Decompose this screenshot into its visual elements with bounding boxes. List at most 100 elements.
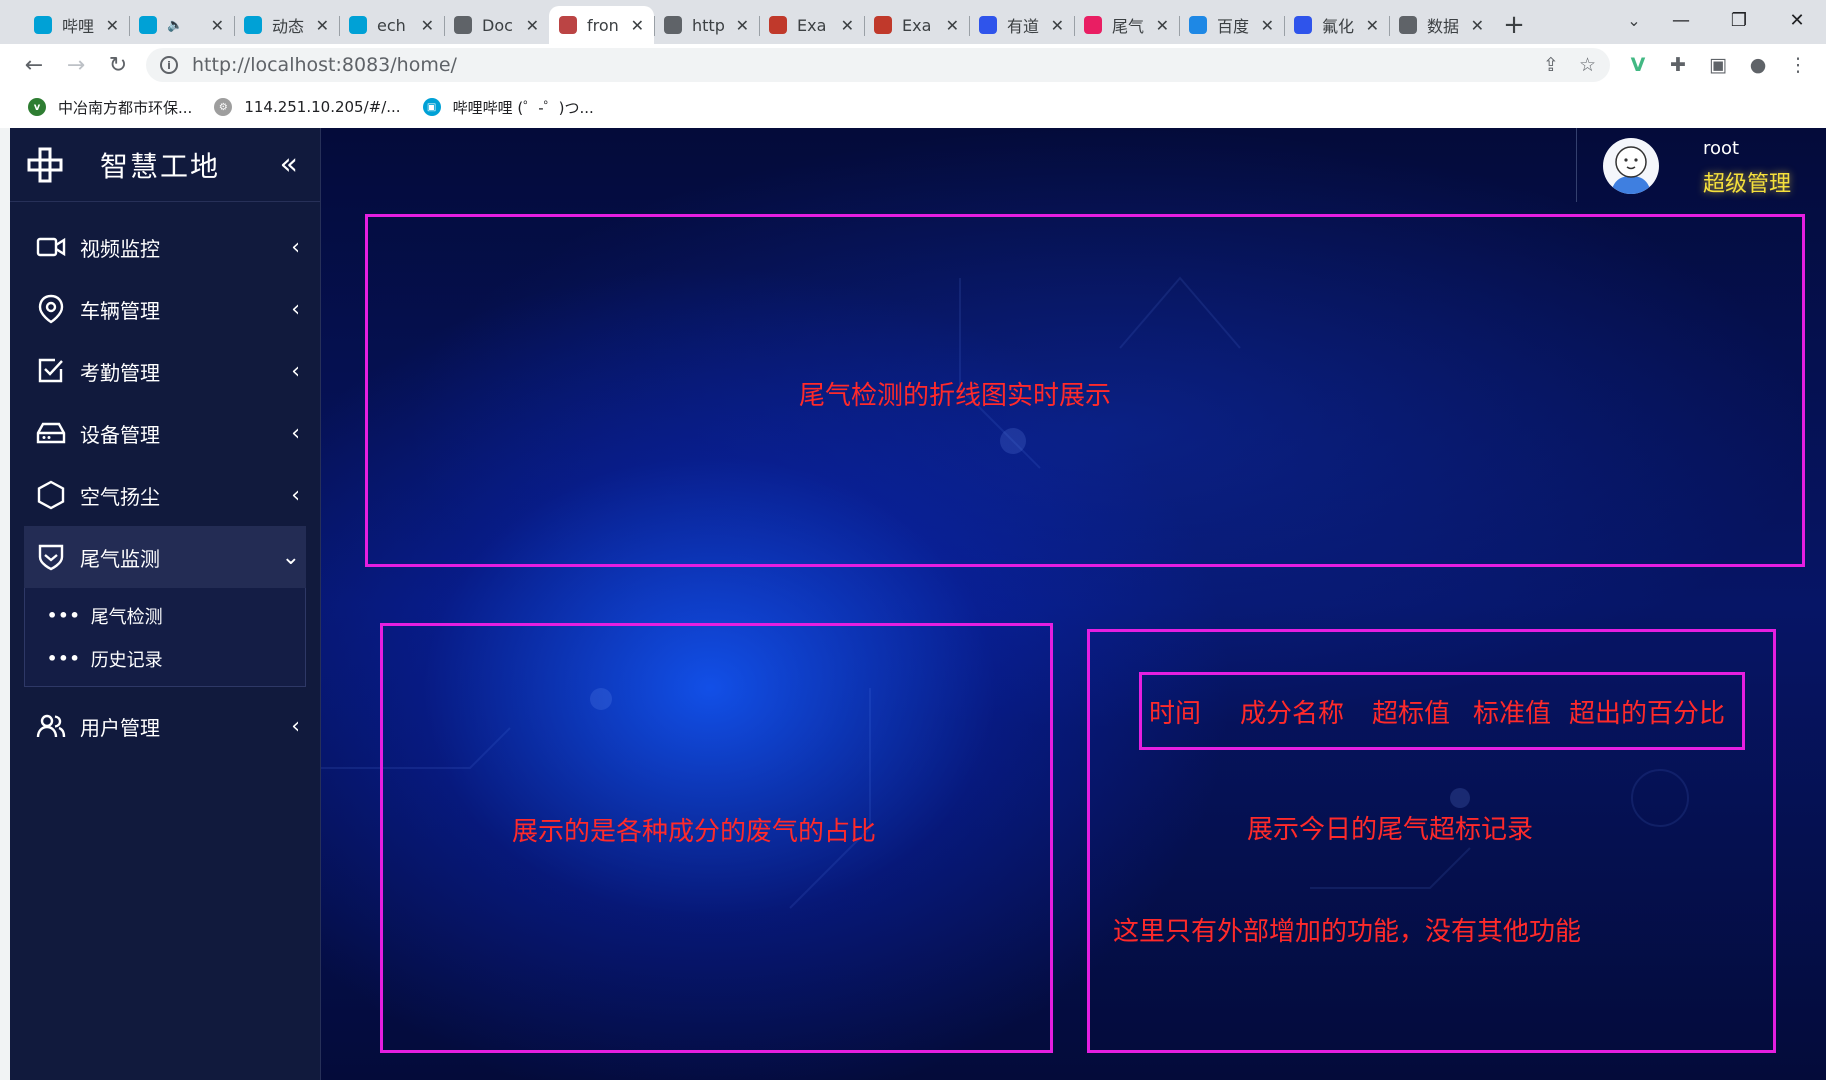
paw-icon — [1294, 16, 1312, 34]
close-window-button[interactable]: ✕ — [1768, 0, 1826, 40]
browser-tab[interactable]: Doc ✕ — [444, 6, 549, 44]
menu-item-device[interactable]: 设备管理 ‹ — [10, 402, 320, 464]
browser-tab[interactable]: 氟化 ✕ — [1284, 6, 1389, 44]
submenu-item-history[interactable]: ••• 历史记录 — [25, 637, 305, 680]
q-icon — [769, 16, 787, 34]
video-camera-icon — [36, 232, 66, 262]
col-header-exceed-value: 超标值 — [1372, 699, 1451, 729]
tab-title: 数据 — [1427, 17, 1460, 36]
sidebar-menu: 视频监控 ‹ 车辆管理 ‹ 考勤管理 ‹ 设备管理 ‹ 空气扬尘 ‹ 尾气监测 … — [10, 202, 320, 757]
submenu-item-exhaust-detect[interactable]: ••• 尾气检测 — [25, 594, 305, 637]
menu-item-vehicle[interactable]: 车辆管理 ‹ — [10, 278, 320, 340]
menu-item-attendance[interactable]: 考勤管理 ‹ — [10, 340, 320, 402]
share-icon[interactable]: ⇪ — [1543, 54, 1559, 76]
bookmark-item[interactable]: ▣ 哔哩哔哩 (゜-゜)つ... — [422, 97, 594, 118]
close-tab-icon[interactable]: ✕ — [946, 16, 959, 35]
close-tab-icon[interactable]: ✕ — [1471, 16, 1484, 35]
back-button[interactable]: ← — [14, 45, 54, 85]
audio-speaker-icon[interactable]: 🔈 — [167, 18, 183, 33]
url-text[interactable]: http://localhost:8083/home/ — [192, 54, 457, 76]
submenu-item-label: 尾气检测 — [90, 606, 163, 628]
chevron-down-icon: ⌄ — [281, 544, 300, 570]
address-bar[interactable]: i http://localhost:8083/home/ ⇪ ☆ — [146, 48, 1610, 82]
close-tab-icon[interactable]: ✕ — [736, 16, 749, 35]
user-panel[interactable]: root 超级管理 — [1576, 128, 1826, 202]
forward-button[interactable]: → — [56, 45, 96, 85]
close-tab-icon[interactable]: ✕ — [1366, 16, 1379, 35]
bookmarks-bar: v 中冶南方都市环保... ⚙ 114.251.10.205/#/... ▣ 哔哩哔哩 (… — [0, 86, 1826, 128]
paw-icon — [979, 16, 997, 34]
side-panel-icon[interactable]: ▣ — [1702, 48, 1734, 82]
globe-icon — [454, 16, 472, 34]
checkbox-icon — [36, 356, 66, 386]
browser-tab[interactable]: 百度 ✕ — [1179, 6, 1284, 44]
bookmark-star-icon[interactable]: ☆ — [1579, 54, 1596, 76]
close-tab-icon[interactable]: ✕ — [841, 16, 854, 35]
chevron-left-icon: ‹ — [291, 234, 300, 260]
tab-title: 尾气 — [1112, 17, 1145, 36]
collapse-sidebar-icon[interactable]: « — [280, 147, 298, 182]
browser-tab[interactable]: 数据 ✕ — [1389, 6, 1494, 44]
bookmark-favicon-icon: v — [28, 98, 46, 116]
users-icon — [36, 711, 66, 741]
new-tab-button[interactable]: + — [1494, 6, 1534, 44]
panel-note-left: 展示的是各种成分的废气的占比 — [512, 817, 877, 847]
window-controls: — ❐ ✕ — [1652, 0, 1826, 40]
bookmark-item[interactable]: ⚙ 114.251.10.205/#/... — [214, 98, 401, 116]
menu-item-exhaust[interactable]: 尾气监测 ⌄ — [24, 526, 306, 588]
submenu-item-label: 历史记录 — [90, 649, 163, 671]
y-icon — [1084, 16, 1102, 34]
restore-button[interactable]: ❐ — [1710, 0, 1768, 40]
bookmark-label: 哔哩哔哩 (゜-゜)つ... — [452, 98, 594, 117]
q-icon — [874, 16, 892, 34]
menu-item-video[interactable]: 视频监控 ‹ — [10, 216, 320, 278]
menu-item-air-dust[interactable]: 空气扬尘 ‹ — [10, 464, 320, 526]
browser-tab[interactable]: 尾气 ✕ — [1074, 6, 1179, 44]
avatar-face-icon — [1611, 146, 1651, 194]
extensions-puzzle-icon[interactable]: ✚ — [1662, 48, 1694, 82]
browser-tab[interactable]: 有道 ✕ — [969, 6, 1074, 44]
browser-tab[interactable]: ech ✕ — [339, 6, 444, 44]
app-title: 智慧工地 — [100, 149, 221, 183]
browser-tab[interactable]: Exa ✕ — [864, 6, 969, 44]
browser-tab[interactable]: 动态 ✕ — [234, 6, 339, 44]
close-tab-icon[interactable]: ✕ — [316, 16, 329, 35]
exhaust-submenu: ••• 尾气检测 ••• 历史记录 — [24, 588, 306, 687]
browser-toolbar: ← → ↻ i http://localhost:8083/home/ ⇪ ☆ … — [0, 44, 1826, 86]
tab-title: Doc — [482, 15, 513, 35]
dots-icon: ••• — [47, 606, 81, 625]
browser-tab[interactable]: fron ✕ — [549, 6, 654, 44]
close-tab-icon[interactable]: ✕ — [1051, 16, 1064, 35]
minimize-button[interactable]: — — [1652, 0, 1710, 40]
bookmark-item[interactable]: v 中冶南方都市环保... — [28, 97, 192, 118]
browser-menu-icon[interactable]: ⋮ — [1782, 48, 1814, 82]
close-tab-icon[interactable]: ✕ — [1156, 16, 1169, 35]
browser-tab[interactable]: 🔈 ✕ — [129, 6, 234, 44]
vue-devtools-icon[interactable]: V — [1622, 48, 1654, 82]
browser-tab[interactable]: Exa ✕ — [759, 6, 864, 44]
menu-item-label: 考勤管理 — [80, 360, 160, 385]
browser-tab[interactable]: http ✕ — [654, 6, 759, 44]
browser-tab[interactable]: 哔哩 ✕ — [24, 6, 129, 44]
app-icon — [559, 16, 577, 34]
bookmark-favicon-icon: ▣ — [422, 98, 441, 116]
tab-search-chevron-icon[interactable]: ⌄ — [1614, 0, 1654, 40]
hexagon-icon — [36, 480, 66, 510]
site-info-icon[interactable]: i — [160, 56, 178, 74]
avatar[interactable] — [1603, 138, 1659, 194]
close-tab-icon[interactable]: ✕ — [526, 16, 539, 35]
close-tab-icon[interactable]: ✕ — [1261, 16, 1274, 35]
close-tab-icon[interactable]: ✕ — [421, 16, 434, 35]
page-left-edge — [0, 128, 10, 1080]
tab-title: fron — [587, 15, 619, 35]
col-header-time: 时间 — [1149, 699, 1202, 729]
close-tab-icon[interactable]: ✕ — [631, 16, 644, 35]
profile-icon[interactable]: ● — [1742, 48, 1774, 82]
close-tab-icon[interactable]: ✕ — [106, 16, 119, 35]
menu-item-label: 空气扬尘 — [80, 484, 160, 509]
menu-item-users[interactable]: 用户管理 ‹ — [10, 695, 320, 757]
menu-item-label: 视频监控 — [80, 236, 160, 261]
close-tab-icon[interactable]: ✕ — [211, 16, 224, 35]
reload-button[interactable]: ↻ — [98, 45, 138, 85]
chevron-left-icon: ‹ — [291, 358, 300, 384]
